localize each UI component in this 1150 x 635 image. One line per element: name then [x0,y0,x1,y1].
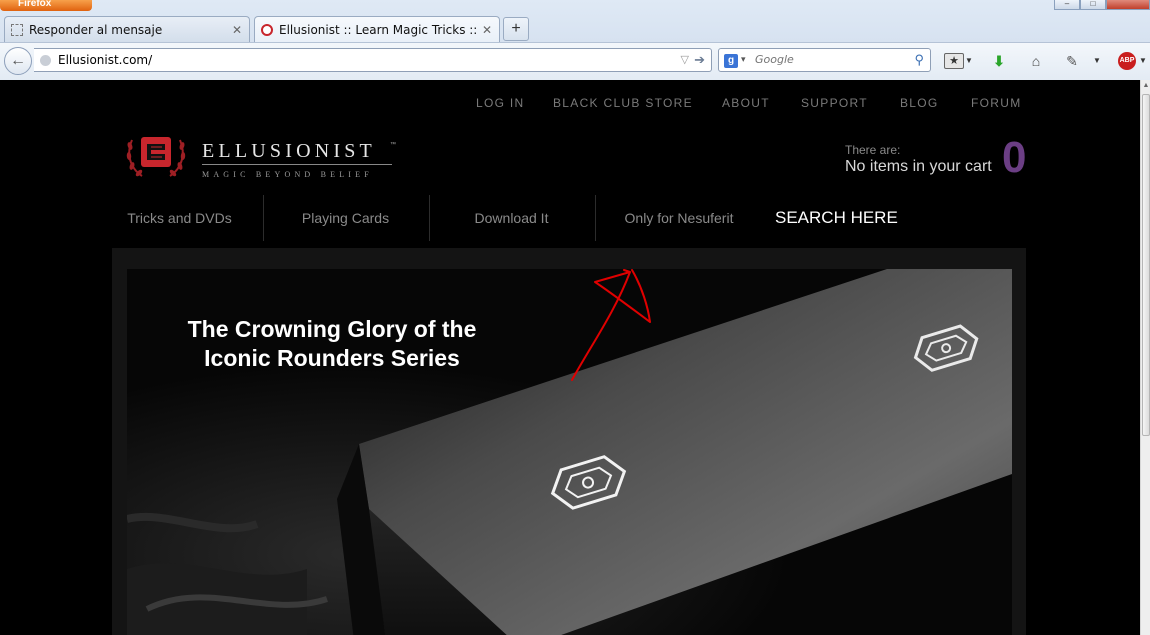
nav-divider [429,195,430,241]
search-input[interactable] [755,53,905,66]
new-tab-button[interactable]: + [503,17,529,41]
cart-prefix: There are: [845,143,901,157]
maximize-button[interactable]: □ [1080,0,1106,10]
bookmarks-dropdown-icon[interactable]: ▼ [964,52,974,70]
window-close-button[interactable] [1106,0,1150,10]
minimize-button[interactable]: – [1054,0,1080,10]
black-club-store-link[interactable]: BLACK CLUB STORE [553,96,693,110]
tab-responder[interactable]: Responder al mensaje ✕ [4,16,250,42]
hero-title: The Crowning Glory of the Iconic Rounder… [162,315,502,373]
nav-tricks-and-dvds[interactable]: Tricks and DVDs [113,195,246,241]
ellusionist-favicon-icon [261,23,273,36]
hero-title-line: Iconic Rounders Series [204,345,460,371]
close-icon[interactable]: ✕ [231,23,243,37]
globe-icon [40,55,51,66]
navigation-toolbar: ← Ellusionist.com/ ▽ ➔ g ▾ ⚲ ★ ▼ ⬇ ⌂ ✎ ▼… [0,42,1150,80]
forum-link[interactable]: FORUM [971,96,1022,110]
scrollbar-thumb[interactable] [1142,94,1150,436]
trademark-mark: ™ [390,142,396,148]
hero-title-line: The Crowning Glory of the [187,316,477,342]
support-link[interactable]: SUPPORT [801,96,868,110]
logo-wordmark: ELLUSIONIST [202,140,376,162]
nav-only-for-nesuferit[interactable]: Only for Nesuferit [611,195,747,241]
vertical-scrollbar[interactable]: ▲ [1140,80,1150,635]
red-annotation-arrow [571,269,651,381]
tools-dropdown-icon[interactable]: ▼ [1092,52,1102,70]
cart-summary[interactable]: There are: No items in your cart 0 [845,133,1035,183]
url-bar[interactable]: Ellusionist.com/ ▽ ➔ [34,48,712,72]
close-icon[interactable]: ✕ [481,23,493,37]
nav-playing-cards[interactable]: Playing Cards [279,195,412,241]
cart-count[interactable]: 0 [1002,133,1026,183]
page-icon [11,23,23,36]
back-arrow-icon[interactable]: ← [4,47,32,75]
google-icon[interactable]: g [724,54,738,68]
nav-divider [263,195,264,241]
browser-chrome: Firefox – □ Responder al mensaje ✕ Ellus… [0,0,1150,80]
nav-divider [595,195,596,241]
adblock-dropdown-icon[interactable]: ▼ [1138,52,1148,70]
logo-tagline: MAGIC BEYOND BELIEF [202,170,373,179]
logo-divider [202,164,392,165]
home-icon[interactable]: ⌂ [1027,52,1045,70]
tab-label: Ellusionist :: Learn Magic Tricks :: Onl… [279,22,477,37]
window-controls: – □ [1054,0,1150,10]
bookmarks-icon[interactable]: ★ [944,53,964,69]
engine-dropdown-icon[interactable]: ▾ [741,54,746,65]
tab-label: Responder al mensaje [29,22,163,37]
history-dropdown-icon[interactable]: ▽ [681,53,689,66]
top-navigation: LOG IN BLACK CLUB STORE ABOUT SUPPORT BL… [0,96,1140,112]
about-link[interactable]: ABOUT [722,96,770,110]
web-page: LOG IN BLACK CLUB STORE ABOUT SUPPORT BL… [0,80,1140,635]
search-bar[interactable]: g ▾ ⚲ [718,48,931,72]
download-arrow-icon[interactable]: ⬇ [990,52,1008,70]
search-here-button[interactable]: SEARCH HERE [759,195,919,241]
login-link[interactable]: LOG IN [476,96,524,110]
ellusionist-logo[interactable]: ELLUSIONIST ™ MAGIC BEYOND BELIEF [124,124,404,184]
scroll-up-icon[interactable]: ▲ [1141,80,1150,92]
search-icon[interactable]: ⚲ [914,52,924,68]
tab-ellusionist[interactable]: Ellusionist :: Learn Magic Tricks :: Onl… [254,16,500,42]
firefox-menu-button[interactable]: Firefox [0,0,92,11]
tools-icon[interactable]: ✎ [1062,52,1082,70]
cart-status: No items in your cart [845,158,992,175]
nav-download-it[interactable]: Download It [445,195,578,241]
adblock-icon[interactable]: ABP [1118,52,1136,70]
blog-link[interactable]: BLOG [900,96,939,110]
url-text[interactable]: Ellusionist.com/ [58,53,152,67]
go-arrow-icon[interactable]: ➔ [694,52,705,68]
laurel-e-logo-icon [126,137,186,177]
main-navigation: Tricks and DVDs Playing Cards Download I… [113,195,1026,241]
